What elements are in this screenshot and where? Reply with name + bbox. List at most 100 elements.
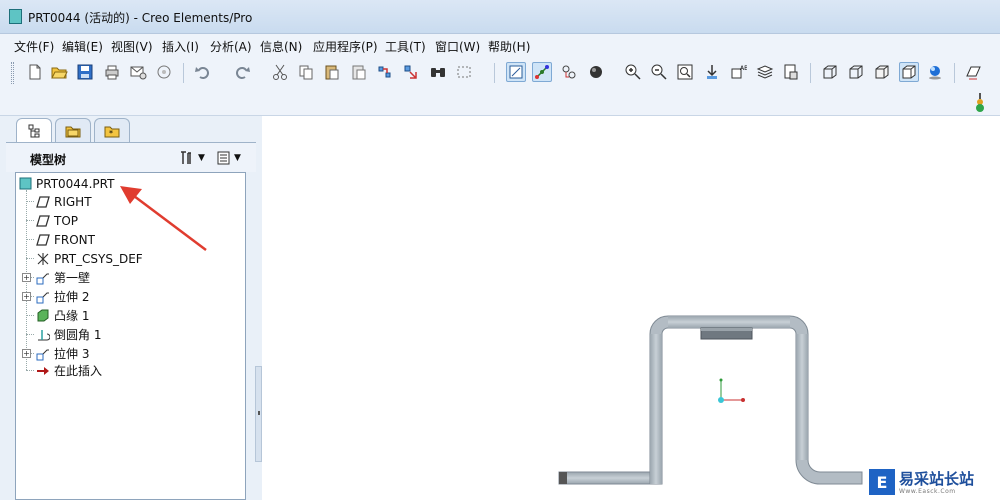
- tree-item-insert-here[interactable]: 在此插入: [36, 362, 102, 379]
- tree-item-label: 第一壁: [54, 271, 91, 285]
- status-light-icon[interactable]: [974, 93, 986, 113]
- tree-item-label: RIGHT: [54, 194, 92, 209]
- window-title: PRT0044 (活动的) - Creo Elements/Pro: [28, 11, 253, 25]
- menu-window[interactable]: 窗口(W): [435, 38, 480, 55]
- datum-plane-icon: [36, 214, 50, 228]
- chevron-down-icon: ▼: [198, 153, 205, 163]
- hidden-line-icon[interactable]: [846, 62, 866, 82]
- watermark-sub: Www.Easck.Com: [899, 488, 956, 495]
- list-icon: [217, 151, 230, 165]
- find-icon[interactable]: [428, 62, 448, 82]
- refit-icon[interactable]: [675, 62, 695, 82]
- tree-item-csys[interactable]: PRT_CSYS_DEF: [36, 250, 143, 267]
- model-tree-tab[interactable]: [16, 118, 52, 142]
- tree-item-front[interactable]: FRONT: [36, 231, 95, 248]
- favorites-tab-icon: *: [104, 126, 120, 138]
- tree-item-label: 倒圆角 1: [54, 328, 102, 342]
- email-icon[interactable]: [128, 62, 148, 82]
- model-tree: PRT0044.PRT RIGHT TOP FRONT PRT_CSYS_DEF…: [15, 172, 246, 500]
- tree-item-flange-1[interactable]: 凸缘 1: [36, 307, 89, 324]
- tree-item-label: FRONT: [54, 232, 95, 247]
- open-folder-icon[interactable]: [49, 62, 69, 82]
- tree-show-button[interactable]: ▼: [216, 149, 241, 167]
- layers-icon[interactable]: [755, 62, 775, 82]
- tree-item-top[interactable]: TOP: [36, 212, 78, 229]
- tree-item-round-1[interactable]: 倒圆角 1: [36, 326, 101, 343]
- no-hidden-icon[interactable]: [872, 62, 892, 82]
- regenerate-manager-icon[interactable]: [401, 62, 421, 82]
- sheetmetal-part: [558, 315, 863, 485]
- model-tree-title: 模型树: [30, 153, 67, 167]
- redo-icon[interactable]: [232, 62, 252, 82]
- annotation-icon[interactable]: AB: [728, 62, 748, 82]
- menu-bar: 文件(F) 编辑(E) 视图(V) 插入(I) 分析(A) 信息(N) 应用程序…: [0, 34, 1000, 56]
- menu-help[interactable]: 帮助(H): [488, 38, 530, 55]
- tree-item-right[interactable]: RIGHT: [36, 193, 92, 210]
- expand-toggle[interactable]: +: [22, 349, 31, 358]
- wireframe-icon[interactable]: [820, 62, 840, 82]
- undo-icon[interactable]: [193, 62, 213, 82]
- email-attach-icon[interactable]: [154, 62, 174, 82]
- watermark-logo: E: [869, 469, 895, 495]
- shading-icon[interactable]: [586, 62, 606, 82]
- select-box-icon[interactable]: [454, 62, 474, 82]
- repaint-icon[interactable]: [506, 62, 526, 82]
- watermark-text: 易采站长站: [899, 470, 975, 488]
- toolbar-grip[interactable]: [11, 62, 14, 84]
- sheetmetal-wall-icon: [36, 271, 50, 285]
- paste-special-icon[interactable]: [349, 62, 369, 82]
- secondary-toolbar: [0, 90, 1000, 116]
- tree-item-extrude-2[interactable]: 拉伸 2: [36, 288, 89, 305]
- regenerate-icon[interactable]: [375, 62, 395, 82]
- cut-icon[interactable]: [270, 62, 290, 82]
- tools-icon: [181, 151, 191, 164]
- graphics-window[interactable]: [262, 116, 1000, 500]
- site-watermark: E 易采站长站 Www.Easck.Com: [865, 466, 1000, 500]
- copy-icon[interactable]: [296, 62, 316, 82]
- zoom-out-icon[interactable]: [649, 62, 669, 82]
- tree-item-label: 凸缘 1: [54, 309, 90, 323]
- round-icon: [36, 328, 50, 342]
- tree-settings-button[interactable]: ▼: [178, 149, 205, 167]
- model-tree-tab-icon: [28, 124, 40, 137]
- tree-item-label: 拉伸 2: [54, 290, 90, 304]
- expand-toggle[interactable]: +: [22, 292, 31, 301]
- menu-file[interactable]: 文件(F): [14, 38, 54, 55]
- favorites-tab[interactable]: *: [94, 118, 130, 142]
- tree-item-label: TOP: [54, 213, 79, 228]
- folder-browser-tab[interactable]: [55, 118, 91, 142]
- enhanced-realism-icon[interactable]: [925, 62, 945, 82]
- spin-center-icon[interactable]: [532, 62, 552, 82]
- save-icon[interactable]: [75, 62, 95, 82]
- panel-splitter[interactable]: [255, 366, 262, 462]
- main-toolbar: AB: [0, 56, 1000, 90]
- menu-view[interactable]: 视图(V): [111, 38, 153, 55]
- menu-info[interactable]: 信息(N): [260, 38, 302, 55]
- datum-plane-icon: [36, 195, 50, 209]
- zoom-in-icon[interactable]: [623, 62, 643, 82]
- datum-display-icon[interactable]: [702, 62, 722, 82]
- sketch-icon[interactable]: [963, 62, 983, 82]
- title-bar: PRT0044 (活动的) - Creo Elements/Pro: [0, 0, 1000, 34]
- menu-applications[interactable]: 应用程序(P): [313, 38, 378, 55]
- folder-browser-tab-icon: [65, 126, 81, 137]
- expand-toggle[interactable]: +: [22, 273, 31, 282]
- orient-icon[interactable]: [559, 62, 579, 82]
- menu-edit[interactable]: 编辑(E): [62, 38, 103, 55]
- shaded-icon[interactable]: [899, 62, 919, 82]
- tree-item-extrude-3[interactable]: 拉伸 3: [36, 345, 89, 362]
- new-file-icon[interactable]: [25, 62, 45, 82]
- tree-item-first-wall[interactable]: 第一壁: [36, 269, 90, 286]
- part-icon: [9, 9, 22, 24]
- menu-tools[interactable]: 工具(T): [385, 38, 426, 55]
- paste-icon[interactable]: [322, 62, 342, 82]
- menu-insert[interactable]: 插入(I): [162, 38, 199, 55]
- tree-item-label: 拉伸 3: [54, 347, 90, 361]
- extrude-icon: [36, 347, 50, 361]
- datum-plane-icon: [36, 233, 50, 247]
- menu-analysis[interactable]: 分析(A): [210, 38, 252, 55]
- tree-item-label: PRT_CSYS_DEF: [54, 251, 143, 266]
- tree-root[interactable]: PRT0044.PRT: [18, 175, 114, 192]
- view-manager-icon[interactable]: [781, 62, 801, 82]
- print-icon[interactable]: [102, 62, 122, 82]
